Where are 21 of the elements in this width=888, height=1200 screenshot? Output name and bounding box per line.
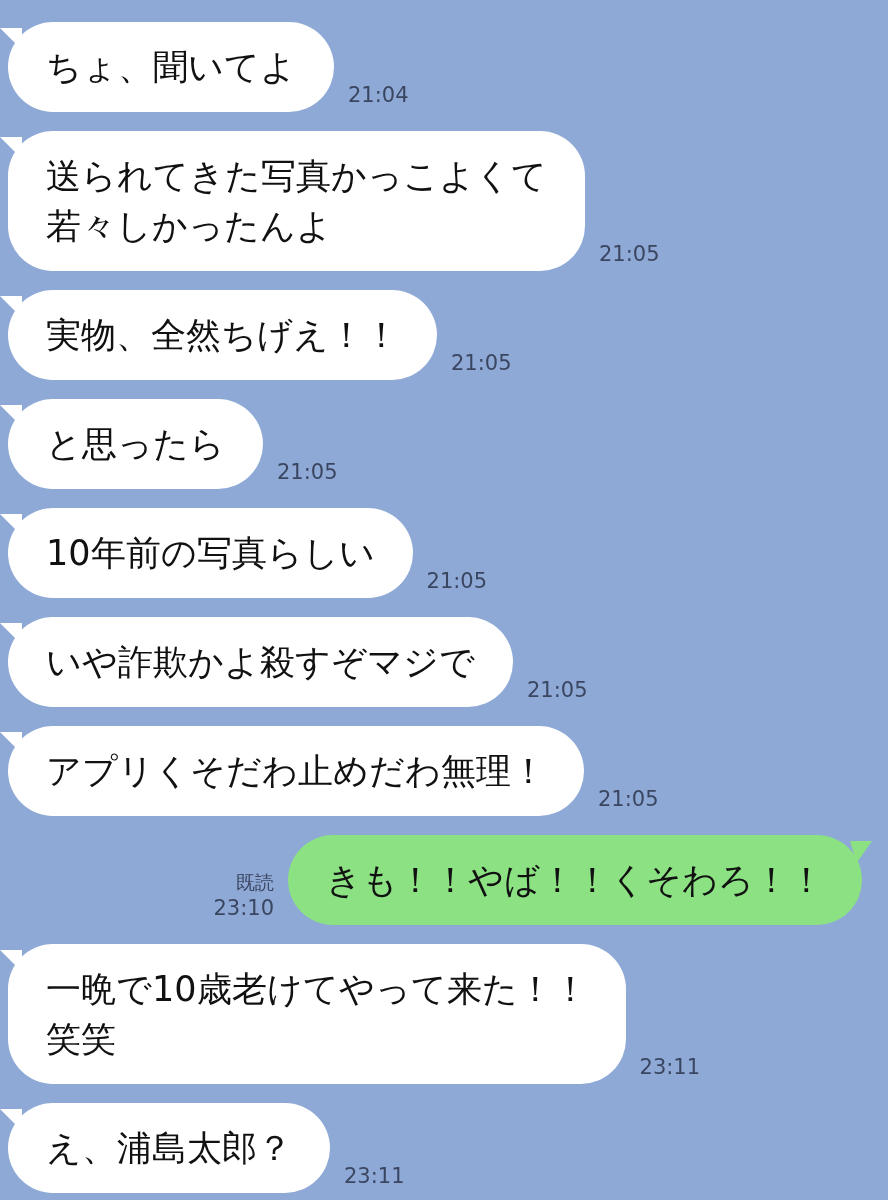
message-time: 21:05 (451, 350, 512, 376)
message-bubble: 10年前の写真らしい (8, 508, 413, 598)
message-bubble: と思ったら (8, 399, 263, 489)
message-bubble: え、浦島太郎？ (8, 1103, 330, 1193)
message-bubble: いや詐欺かよ殺すぞマジで (8, 617, 513, 707)
read-receipt: 既読 (236, 870, 274, 895)
message-time: 23:10 (213, 895, 274, 921)
message-bubble: 一晩で10歳老けてやって来た！！ 笑笑 (8, 944, 626, 1084)
message-bubble: 実物、全然ちげえ！！ (8, 290, 437, 380)
message-time: 21:05 (598, 786, 659, 812)
message-bubble: ちょ、聞いてよ (8, 22, 334, 112)
message-time: 21:05 (599, 241, 660, 267)
message-time: 21:05 (426, 568, 488, 594)
message-time: 21:04 (348, 82, 409, 108)
message-time: 21:05 (277, 459, 338, 485)
message-bubble: アプリくそだわ止めだわ無理！ (8, 726, 584, 816)
message-bubble: きも！！やば！！くそわろ！！ (288, 835, 862, 925)
message-time: 23:11 (344, 1163, 405, 1189)
message-time: 21:05 (527, 677, 588, 703)
message-time: 23:11 (639, 1054, 701, 1080)
message-bubble: 送られてきた写真かっこよくて 若々しかったんよ (8, 131, 585, 271)
